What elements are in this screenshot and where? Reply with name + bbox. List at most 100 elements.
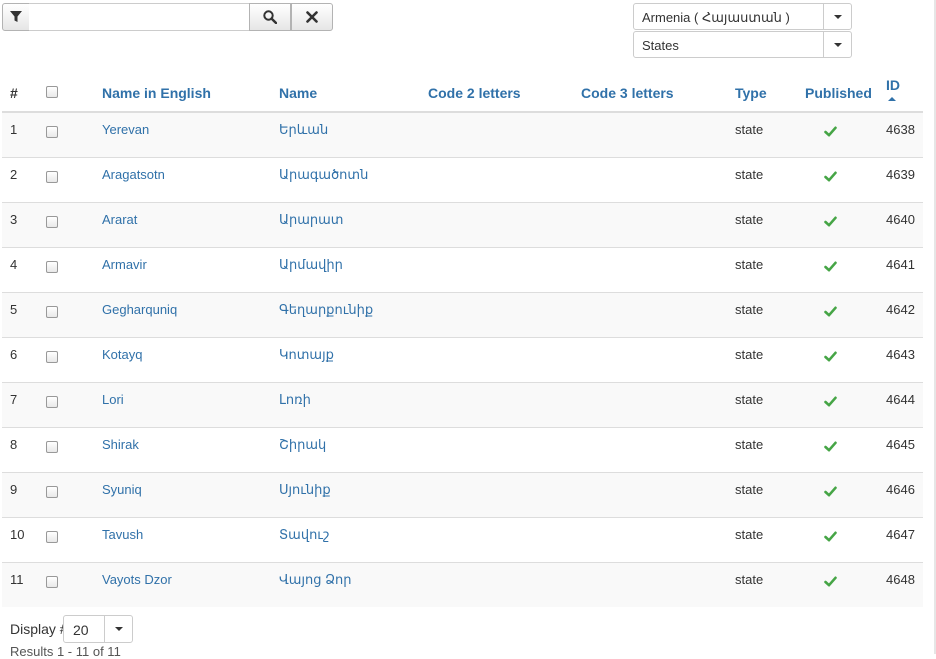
column-header-id[interactable]: ID — [886, 62, 923, 113]
name-en-link[interactable]: Tavush — [102, 527, 143, 542]
column-header-published[interactable]: Published — [805, 62, 886, 113]
published-cell — [805, 426, 886, 472]
column-header-name-en[interactable]: Name in English — [102, 62, 279, 113]
row-select-cell — [46, 336, 102, 382]
row-checkbox[interactable] — [46, 260, 58, 273]
name-link[interactable]: Տավուշ — [279, 527, 329, 542]
name-en-link[interactable]: Shirak — [102, 437, 139, 452]
check-icon[interactable] — [824, 575, 837, 590]
check-icon[interactable] — [824, 125, 837, 140]
name-link[interactable]: Կոտայք — [279, 347, 334, 362]
code3-cell — [581, 516, 735, 562]
name-link[interactable]: Արագածոտն — [279, 167, 368, 182]
check-icon[interactable] — [824, 485, 837, 500]
search-input[interactable] — [29, 3, 251, 31]
sort-name-link[interactable]: Name — [279, 85, 317, 101]
row-checkbox[interactable] — [46, 215, 58, 228]
row-checkbox[interactable] — [46, 575, 58, 588]
name-en-link[interactable]: Lori — [102, 392, 124, 407]
name-link[interactable]: Շիրակ — [279, 437, 326, 452]
name-link[interactable]: Սյունիք — [279, 482, 331, 497]
sort-code3-link[interactable]: Code 3 letters — [581, 85, 674, 101]
name-en-link[interactable]: Ararat — [102, 212, 137, 227]
name-cell: Լոռի — [279, 381, 428, 427]
name-en-link[interactable]: Armavir — [102, 257, 147, 272]
select-all-checkbox[interactable] — [46, 86, 58, 98]
type-select-value: States — [642, 38, 679, 53]
sort-published-link[interactable]: Published — [805, 85, 872, 101]
chevron-down-icon — [823, 4, 851, 29]
name-link[interactable]: Լոռի — [279, 392, 311, 407]
row-checkbox[interactable] — [46, 530, 58, 543]
check-icon[interactable] — [824, 350, 837, 365]
type-select[interactable]: States — [633, 31, 852, 58]
check-icon[interactable] — [824, 260, 837, 275]
check-icon[interactable] — [824, 305, 837, 320]
search-icon — [263, 10, 277, 24]
name-cell: Շիրակ — [279, 426, 428, 472]
name-en-link[interactable]: Aragatsotn — [102, 167, 165, 182]
check-icon[interactable] — [824, 440, 837, 455]
id-cell: 4647 — [886, 516, 923, 562]
code3-cell — [581, 471, 735, 517]
filter-toggle-button[interactable] — [2, 3, 30, 31]
name-link[interactable]: Երևան — [279, 122, 328, 137]
check-icon[interactable] — [824, 170, 837, 185]
code2-cell — [428, 156, 581, 202]
name-en-cell: Lori — [102, 381, 279, 427]
sort-type-link[interactable]: Type — [735, 85, 767, 101]
name-link[interactable]: Արմավիր — [279, 257, 343, 272]
row-checkbox[interactable] — [46, 485, 58, 498]
row-checkbox[interactable] — [46, 305, 58, 318]
code3-cell — [581, 156, 735, 202]
code3-cell — [581, 201, 735, 247]
name-en-cell: Tavush — [102, 516, 279, 562]
published-cell — [805, 381, 886, 427]
name-link[interactable]: Արարատ — [279, 212, 343, 227]
row-select-cell — [46, 381, 102, 427]
table-row: 3 Ararat Արարատ state 4640 — [2, 201, 923, 247]
name-en-link[interactable]: Yerevan — [102, 122, 149, 137]
sort-code2-link[interactable]: Code 2 letters — [428, 85, 521, 101]
column-header-code3[interactable]: Code 3 letters — [581, 62, 735, 113]
row-checkbox[interactable] — [46, 350, 58, 363]
table-header-row: # Name in English Name Code 2 letters Co… — [2, 62, 923, 113]
check-icon[interactable] — [824, 215, 837, 230]
name-en-link[interactable]: Gegharquniq — [102, 302, 177, 317]
column-header-type[interactable]: Type — [735, 62, 805, 113]
row-checkbox[interactable] — [46, 440, 58, 453]
search-button[interactable] — [249, 3, 291, 31]
code2-cell — [428, 561, 581, 607]
id-cell: 4645 — [886, 426, 923, 472]
row-select-cell — [46, 246, 102, 292]
row-number: 11 — [2, 561, 46, 607]
name-link[interactable]: Գեղարքունիք — [279, 302, 373, 317]
type-cell: state — [735, 291, 805, 337]
column-header-code2[interactable]: Code 2 letters — [428, 62, 581, 113]
name-en-link[interactable]: Vayots Dzor — [102, 572, 172, 587]
row-checkbox[interactable] — [46, 395, 58, 408]
check-icon[interactable] — [824, 530, 837, 545]
clear-search-button[interactable] — [291, 3, 333, 31]
display-limit-select[interactable]: 20 — [63, 615, 133, 643]
name-en-link[interactable]: Kotayq — [102, 347, 142, 362]
row-number: 9 — [2, 471, 46, 517]
name-en-link[interactable]: Syuniq — [102, 482, 142, 497]
row-number: 7 — [2, 381, 46, 427]
row-number: 6 — [2, 336, 46, 382]
sort-id-link[interactable]: ID — [886, 77, 900, 93]
published-cell — [805, 516, 886, 562]
row-checkbox[interactable] — [46, 126, 58, 138]
row-select-cell — [46, 561, 102, 607]
country-select[interactable]: Armenia ( Հայաստան ) — [633, 3, 852, 30]
sort-name-en-link[interactable]: Name in English — [102, 85, 211, 101]
column-header-number: # — [2, 62, 46, 113]
table-row: 1 Yerevan Երևան state 4638 — [2, 111, 923, 157]
column-header-name[interactable]: Name — [279, 62, 428, 113]
row-number: 1 — [2, 111, 46, 157]
row-number: 5 — [2, 291, 46, 337]
check-icon[interactable] — [824, 395, 837, 410]
row-checkbox[interactable] — [46, 170, 58, 183]
name-link[interactable]: Վայոց Ձոր — [279, 572, 352, 587]
row-select-cell — [46, 111, 102, 157]
